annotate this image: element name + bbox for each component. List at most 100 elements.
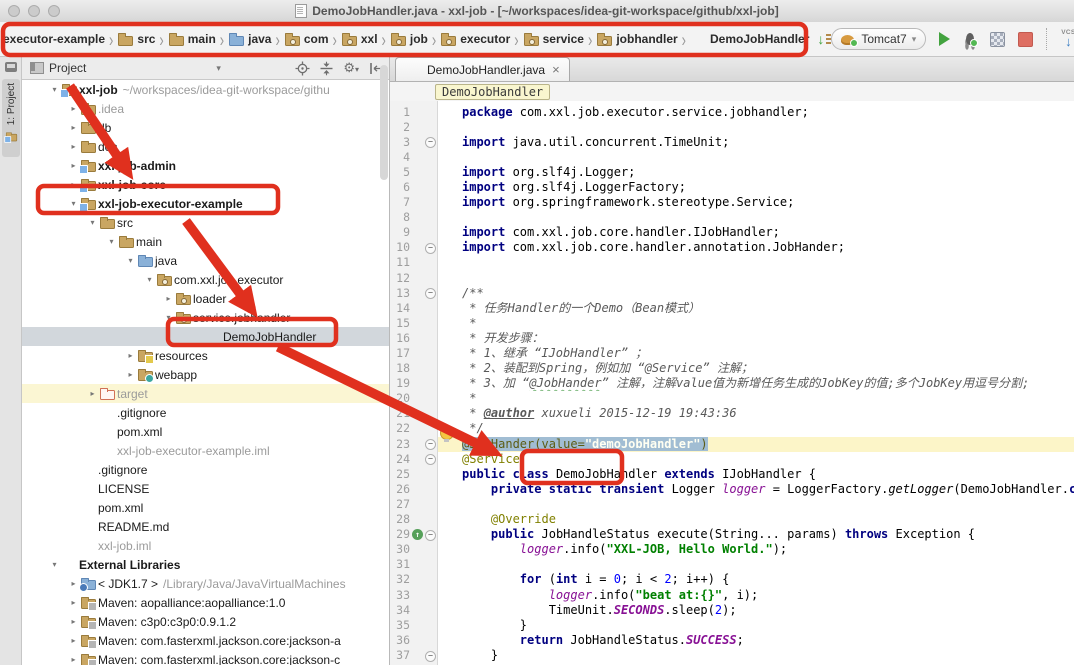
tree-item-src[interactable]: ▾ src bbox=[22, 213, 389, 232]
breadcrumb-item-main[interactable]: main bbox=[168, 32, 216, 47]
gutter-line-number: 2 bbox=[390, 120, 410, 135]
breadcrumb-item-com[interactable]: com bbox=[284, 32, 329, 47]
tree-item-maven-com-fasterxml-jackson-core-jackson-c[interactable]: ▸Maven: com.fasterxml.jackson.core:jacks… bbox=[22, 650, 389, 665]
tree-item-resources[interactable]: ▸resources bbox=[22, 346, 389, 365]
tree-item-db[interactable]: ▸ db bbox=[22, 118, 389, 137]
tree-item-label: src bbox=[117, 216, 133, 230]
project-panel-title[interactable]: Project bbox=[49, 61, 86, 75]
code-line-3: import java.util.concurrent.TimeUnit; bbox=[438, 135, 1074, 150]
run-configuration-select[interactable]: Tomcat7 ▾ bbox=[831, 28, 926, 50]
tree-expand-icon[interactable]: ▸ bbox=[67, 598, 80, 607]
tree-item-maven-c3p0-c3p0-0-9-1-2[interactable]: ▸Maven: c3p0:c3p0:0.9.1.2 bbox=[22, 612, 389, 631]
breadcrumb-label: executor bbox=[460, 32, 510, 46]
close-tab-icon[interactable]: × bbox=[552, 65, 560, 75]
tree-item-external-libraries[interactable]: ▾ External Libraries bbox=[22, 555, 389, 574]
ide-window: DemoJobHandler.java - xxl-job - [~/works… bbox=[0, 0, 1074, 665]
code-line-32: for (int i = 0; i < 2; i++) { bbox=[438, 572, 1074, 587]
tree-item--jdk1-7-[interactable]: ▸< JDK1.7 >/Library/Java/JavaVirtualMach… bbox=[22, 574, 389, 593]
breadcrumb-item-executor[interactable]: executor bbox=[440, 32, 510, 47]
tree-item-maven-com-fasterxml-jackson-core-jackson-a[interactable]: ▸Maven: com.fasterxml.jackson.core:jacks… bbox=[22, 631, 389, 650]
tree-item-label: External Libraries bbox=[79, 558, 180, 572]
tree-expand-icon[interactable]: ▾ bbox=[105, 237, 118, 246]
gutter-line-number: 16 bbox=[390, 331, 410, 346]
tree-item-com-xxl-job-executor[interactable]: ▾com.xxl.job.executor bbox=[22, 270, 389, 289]
tree-item-pom-xml[interactable]: pom.xml bbox=[22, 422, 389, 441]
breadcrumb-item-service[interactable]: service bbox=[523, 32, 584, 47]
breadcrumb-item-java[interactable]: java bbox=[228, 32, 271, 47]
breadcrumb-separator: › bbox=[682, 28, 686, 51]
code-line-30: logger.info("XXL-JOB, Hello World."); bbox=[438, 542, 1074, 557]
breadcrumb-item-jobhandler[interactable]: jobhandler bbox=[596, 32, 677, 47]
tree-expand-icon[interactable]: ▸ bbox=[124, 351, 137, 360]
gutter-line-number: 1 bbox=[390, 105, 410, 120]
extlib-icon bbox=[61, 557, 78, 572]
document-icon bbox=[295, 4, 307, 18]
tree-expand-icon[interactable]: ▸ bbox=[67, 636, 80, 645]
tree-item-label: xxl-job.iml bbox=[98, 539, 151, 553]
breadcrumb-item-job[interactable]: job bbox=[390, 32, 428, 47]
breadcrumb-item-demojobhandler[interactable]: DemoJobHandler bbox=[690, 32, 809, 47]
vcs-update-button[interactable]: VCS ↓ bbox=[1061, 30, 1074, 48]
close-window-icon[interactable] bbox=[8, 5, 20, 17]
tree-expand-icon[interactable]: ▸ bbox=[124, 370, 137, 379]
tree-item-demojobhandler[interactable]: DemoJobHandler bbox=[22, 327, 389, 346]
breadcrumb-item-src[interactable]: src bbox=[117, 32, 155, 47]
tree-item-xxl-job-iml[interactable]: xxl-job.iml bbox=[22, 536, 389, 555]
project-tool-window-tab[interactable]: 1: Project bbox=[2, 79, 20, 157]
zoom-window-icon[interactable] bbox=[48, 5, 60, 17]
gear-icon[interactable]: ⚙▾ bbox=[343, 60, 359, 76]
stop-button[interactable] bbox=[1018, 32, 1033, 47]
breadcrumb-item-executor-example[interactable]: executor-example bbox=[3, 32, 105, 46]
tree-item-webapp[interactable]: ▸webapp bbox=[22, 365, 389, 384]
editor-tab[interactable]: DemoJobHandler.java × bbox=[395, 57, 570, 81]
tree-item--gitignore[interactable]: .gitignore bbox=[22, 460, 389, 479]
tree-expand-icon[interactable]: ▸ bbox=[67, 142, 80, 151]
tree-item-service-jobhandler[interactable]: ▾service.jobhandler bbox=[22, 308, 389, 327]
tree-item-readme-md[interactable]: README.md bbox=[22, 517, 389, 536]
tree-item-xxl-job-core[interactable]: ▸xxl-job-core bbox=[22, 175, 389, 194]
tree-scrollbar-thumb[interactable] bbox=[380, 65, 388, 180]
debug-button[interactable] bbox=[963, 32, 977, 46]
chevron-down-icon: ▾ bbox=[912, 34, 917, 45]
collapse-all-icon[interactable] bbox=[319, 61, 334, 76]
run-button[interactable] bbox=[939, 32, 950, 46]
tree-expand-icon[interactable]: ▸ bbox=[162, 294, 175, 303]
tree-item-loader[interactable]: ▸loader bbox=[22, 289, 389, 308]
tree-item-target[interactable]: ▸target bbox=[22, 384, 389, 403]
tree-expand-icon[interactable]: ▾ bbox=[124, 256, 137, 265]
tree-item-license[interactable]: LICENSE bbox=[22, 479, 389, 498]
tree-item-maven-aopalliance-aopalliance-1-0[interactable]: ▸Maven: aopalliance:aopalliance:1.0 bbox=[22, 593, 389, 612]
tree-expand-icon[interactable]: ▸ bbox=[67, 655, 80, 664]
tree-item-doc[interactable]: ▸doc bbox=[22, 137, 389, 156]
breadcrumb-item-xxl[interactable]: xxl bbox=[341, 32, 378, 47]
tree-item--gitignore[interactable]: .gitignore bbox=[22, 403, 389, 422]
locate-icon[interactable] bbox=[295, 61, 310, 76]
tree-item-xxl-job[interactable]: ▾xxl-job~/workspaces/idea-git-workspace/… bbox=[22, 80, 389, 99]
coverage-button[interactable] bbox=[990, 32, 1005, 47]
element-breadcrumb-chip[interactable]: DemoJobHandler bbox=[435, 84, 550, 100]
tree-expand-icon[interactable]: ▸ bbox=[67, 123, 80, 132]
code-area[interactable]: 1234567891011121314151617181920212223242… bbox=[390, 101, 1074, 665]
tree-expand-icon[interactable]: ▾ bbox=[143, 275, 156, 284]
tree-item-label: db bbox=[98, 121, 111, 135]
tree-item-xxl-job-executor-example-iml[interactable]: xxl-job-executor-example.iml bbox=[22, 441, 389, 460]
tree-expand-icon[interactable]: ▾ bbox=[48, 560, 61, 569]
view-combo-chevron-icon[interactable]: ▾ bbox=[216, 63, 221, 74]
tree-expand-icon[interactable]: ▸ bbox=[67, 617, 80, 626]
tree-item-xxl-job-admin[interactable]: ▸xxl-job-admin bbox=[22, 156, 389, 175]
tree-item--idea[interactable]: ▸.idea bbox=[22, 99, 389, 118]
switcher-icon[interactable] bbox=[5, 62, 17, 72]
code-line-24: @Service bbox=[438, 452, 1074, 467]
tree-item-label: xxl-job-executor-example bbox=[98, 197, 243, 211]
tree-item-main[interactable]: ▾main bbox=[22, 232, 389, 251]
tree-expand-icon[interactable]: ▸ bbox=[86, 389, 99, 398]
tree-item-xxl-job-executor-example[interactable]: ▾xxl-job-executor-example bbox=[22, 194, 389, 213]
project-panel-header: Project ▾ ⚙▾ bbox=[22, 57, 389, 80]
tree-expand-icon[interactable]: ▾ bbox=[162, 313, 175, 322]
tree-expand-icon[interactable]: ▸ bbox=[67, 104, 80, 113]
tree-item-java[interactable]: ▾java bbox=[22, 251, 389, 270]
navigate-down-icon[interactable]: ↓ bbox=[817, 32, 831, 46]
tree-expand-icon[interactable]: ▾ bbox=[86, 218, 99, 227]
tree-item-pom-xml[interactable]: pom.xml bbox=[22, 498, 389, 517]
minimize-window-icon[interactable] bbox=[28, 5, 40, 17]
